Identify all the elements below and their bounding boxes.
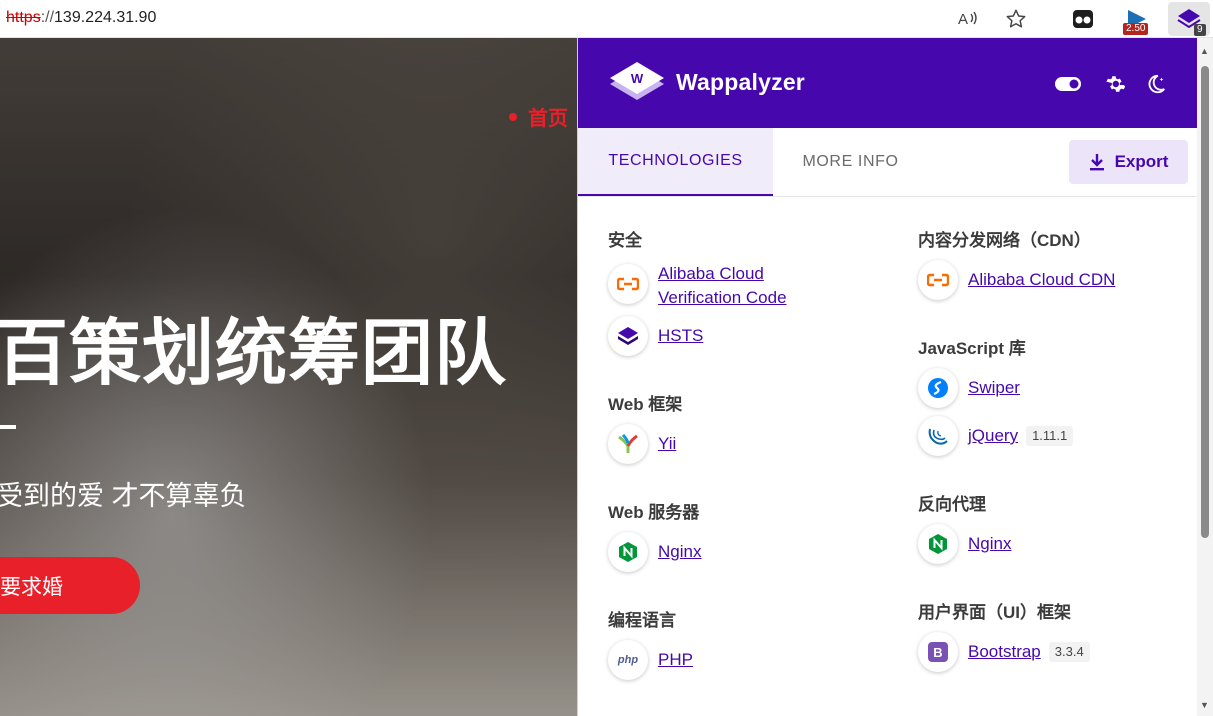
extension-badge: 2.50 [1123,23,1149,35]
php-icon: php [608,640,648,680]
hero-title: 百策划统筹团队 [0,314,508,394]
tech-item[interactable]: Nginx [918,524,1011,564]
swiper-icon [918,368,958,408]
popup-header: W Wappalyzer [578,38,1197,128]
tech-link[interactable]: Yii [658,432,676,456]
toggle-icon[interactable] [1055,71,1081,97]
export-label: Export [1114,152,1169,171]
hsts-icon [608,316,648,356]
category-programming-language: 编程语言 [608,611,676,630]
tech-link[interactable]: Nginx [658,540,701,564]
nav-dot [509,113,517,121]
version-badge: 1.11.1 [1026,426,1074,446]
hero-divider [0,425,16,429]
tech-link[interactable]: Bootstrap [968,640,1041,664]
category-cdn: 内容分发网络（CDN） [918,231,1091,250]
gear-icon[interactable] [1101,71,1127,97]
download-icon [1089,154,1104,171]
jquery-icon [918,416,958,456]
popup-tabs: TECHNOLOGIES MORE INFO Export [578,128,1197,197]
tech-link[interactable]: PHP [658,648,693,672]
star-icon[interactable] [1003,6,1029,32]
tech-item[interactable]: B Bootstrap 3.3.4 [918,632,1090,672]
tab-technologies[interactable]: TECHNOLOGIES [578,128,773,196]
extension-badge: 9 [1194,24,1206,36]
tech-item[interactable]: Alibaba Cloud CDN [918,260,1115,300]
url-field[interactable]: https://139.224.31.90 [6,9,156,27]
tech-link-line2: Verification Code [658,288,787,307]
popup-title: Wappalyzer [676,69,805,95]
yii-icon [608,424,648,464]
category-security: 安全 [608,231,642,250]
scroll-up-icon[interactable]: ▲ [1200,46,1209,56]
url-protocol: https [6,9,41,26]
svg-text:A: A [958,11,968,28]
bootstrap-icon-text: B [928,642,948,662]
category-reverse-proxy: 反向代理 [918,495,986,514]
cta-label: 要求婚 [0,576,63,599]
export-button[interactable]: Export [1069,140,1188,184]
wappalyzer-extension-icon[interactable]: 9 [1168,2,1210,36]
tech-item[interactable]: php PHP [608,640,693,680]
svg-text:W: W [631,71,644,86]
cta-button[interactable]: 要求婚 [0,557,140,614]
extension-player-icon[interactable]: 2.50 [1116,2,1158,36]
dark-mode-icon[interactable] [1143,71,1169,97]
version-badge: 3.3.4 [1048,642,1090,662]
category-web-server: Web 服务器 [608,503,700,522]
address-bar[interactable]: https://139.224.31.90 A 2.50 9 [0,0,1213,38]
bootstrap-icon: B [918,632,958,672]
tech-link[interactable]: Alibaba Cloud CDN [968,268,1115,292]
alibaba-cloud-icon [608,264,648,304]
background-page: 首页 百策划统筹团队 受到的爱 才不算辜负 要求婚 [0,38,577,716]
extension-glasses-icon[interactable] [1062,2,1104,36]
tech-link-line1: Alibaba Cloud [658,264,764,283]
tech-item[interactable]: Nginx [608,532,701,572]
hero-subtitle: 受到的爱 才不算辜负 [0,481,247,511]
tech-item[interactable]: jQuery 1.11.1 [918,416,1074,456]
url-host: 139.224.31.90 [54,9,157,26]
tech-item[interactable]: Yii [608,424,676,464]
category-ui-framework: 用户界面（UI）框架 [918,603,1071,622]
tech-item[interactable]: Swiper [918,368,1020,408]
read-aloud-icon[interactable]: A [955,6,981,32]
scroll-down-icon[interactable]: ▼ [1200,700,1209,710]
category-web-framework: Web 框架 [608,395,683,414]
wappalyzer-popup: W Wappalyzer TECHNOLOGIES MORE INFO Expo… [577,38,1197,716]
tech-link[interactable]: Nginx [968,532,1011,556]
tech-link[interactable]: Alibaba Cloud Verification Code [658,262,787,310]
scrollbar[interactable]: ▲ ▼ [1197,38,1213,716]
scrollbar-thumb[interactable] [1201,66,1209,538]
url-separator: :// [40,9,55,26]
tech-link[interactable]: HSTS [658,324,703,348]
tab-more-info[interactable]: MORE INFO [773,128,928,196]
alibaba-cloud-icon [918,260,958,300]
tech-link[interactable]: jQuery [968,424,1018,448]
tech-link[interactable]: Swiper [968,376,1020,400]
tech-item[interactable]: Alibaba Cloud Verification Code [608,264,787,310]
wappalyzer-logo-icon: W [606,58,668,110]
tech-item[interactable]: HSTS [608,316,703,356]
nginx-icon [608,532,648,572]
php-icon-text: php [617,654,639,666]
nav-home-link[interactable]: 首页 [528,102,568,131]
category-javascript-library: JavaScript 库 [918,339,1026,358]
nginx-icon [918,524,958,564]
